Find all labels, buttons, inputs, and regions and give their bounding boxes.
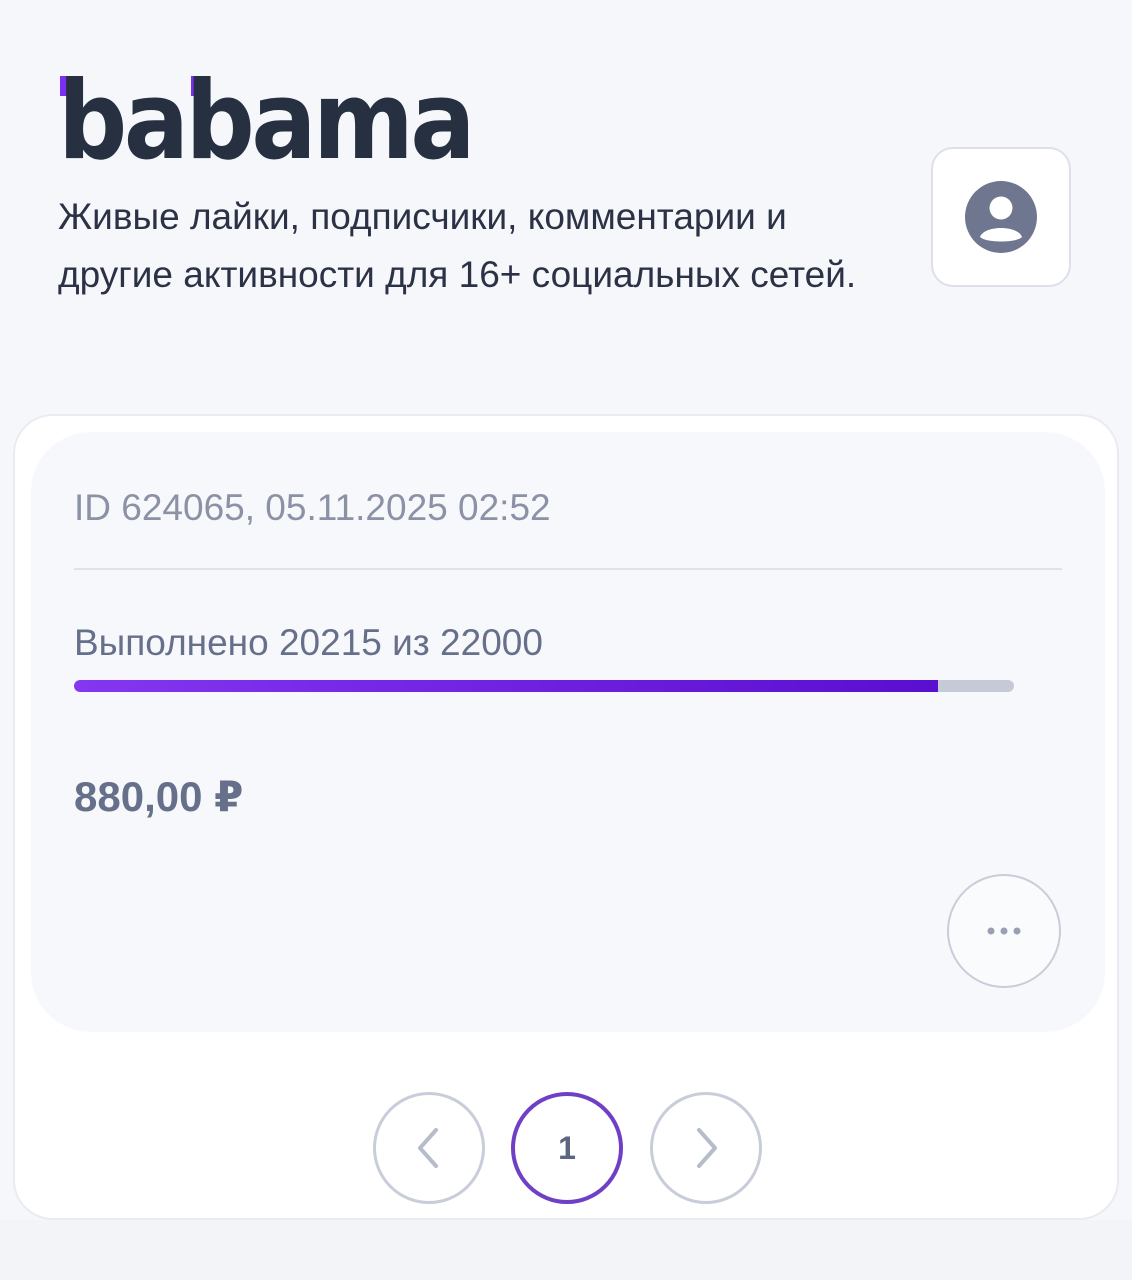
user-avatar-icon: [965, 181, 1037, 253]
order-meta: ID 624065, 05.11.2025 02:52: [74, 487, 551, 528]
brand-logo-mark: babama: [58, 72, 476, 168]
pagination-prev-button[interactable]: [373, 1092, 485, 1204]
more-options-button[interactable]: [947, 874, 1061, 988]
progress-label: Выполнено 20215 из 22000: [74, 622, 543, 663]
progress-bar: [74, 680, 1014, 692]
bottom-bar: [0, 1220, 1132, 1280]
order-card[interactable]: ID 624065, 05.11.2025 02:52 Выполнено 20…: [31, 432, 1105, 1032]
divider: [74, 568, 1062, 570]
profile-button[interactable]: [931, 147, 1071, 287]
order-price: 880,00 ₽: [74, 773, 244, 820]
brand-logo-text: babama: [58, 72, 472, 168]
tagline: Живые лайки, подписчики, комментарии и д…: [58, 196, 857, 295]
pagination-page-number: 1: [558, 1129, 576, 1166]
chevron-right-icon: [697, 1128, 717, 1168]
pagination-page-1[interactable]: 1: [511, 1092, 623, 1204]
ellipsis-icon: [987, 927, 1021, 935]
progress-bar-fill: [74, 680, 938, 692]
orders-panel: ID 624065, 05.11.2025 02:52 Выполнено 20…: [13, 414, 1119, 1220]
brand-logo[interactable]: babama: [58, 72, 478, 168]
chevron-left-icon: [418, 1128, 438, 1168]
pagination-next-button[interactable]: [650, 1092, 762, 1204]
